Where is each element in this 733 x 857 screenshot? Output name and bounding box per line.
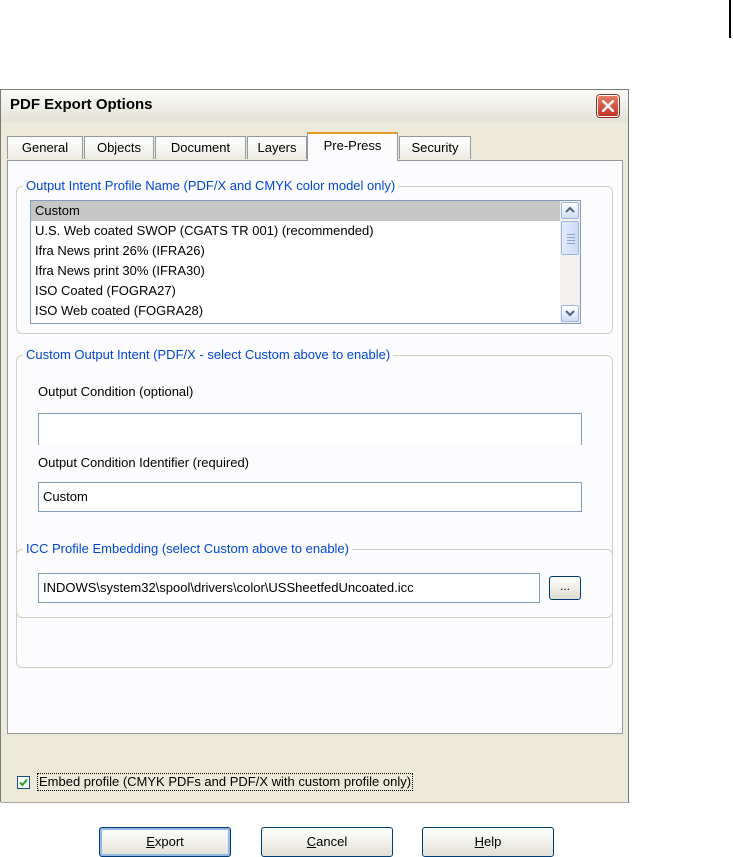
chevron-down-icon <box>565 310 575 317</box>
edge-line <box>729 0 731 38</box>
scroll-up-button[interactable] <box>561 202 579 219</box>
embed-profile-label[interactable]: Embed profile (CMYK PDFs and PDF/X with … <box>36 773 414 791</box>
help-mnemonic: H <box>474 834 485 849</box>
output-condition-label: Output Condition (optional) <box>38 384 194 399</box>
cancel-button[interactable]: Cancel <box>261 827 393 857</box>
icc-profile-legend: ICC Profile Embedding (select Custom abo… <box>23 540 352 558</box>
scroll-down-button[interactable] <box>561 305 579 322</box>
icc-profile-path-field[interactable]: INDOWS\system32\spool\drivers\color\USSh… <box>38 573 540 603</box>
tab-strip: General Objects Document Layers Pre-Pres… <box>7 132 622 161</box>
output-condition-identifier-label: Output Condition Identifier (required) <box>38 455 250 470</box>
export-mnemonic: E <box>146 834 155 849</box>
output-condition-field[interactable] <box>38 413 582 445</box>
title-bar[interactable]: PDF Export Options <box>1 90 628 122</box>
embed-profile-checkbox[interactable] <box>17 776 30 789</box>
list-item[interactable]: ISO Coated (FOGRA27) <box>31 281 580 301</box>
close-icon <box>602 100 614 112</box>
grip-line <box>567 237 575 238</box>
icc-profile-group: ICC Profile Embedding (select Custom abo… <box>16 540 613 668</box>
tab-pre-press[interactable]: Pre-Press <box>307 132 398 161</box>
custom-intent-legend: Custom Output Intent (PDF/X - select Cus… <box>23 346 394 364</box>
tab-document[interactable]: Document <box>155 136 246 159</box>
close-button[interactable] <box>597 95 619 117</box>
grip-line <box>567 243 575 244</box>
list-item[interactable]: Custom <box>31 201 580 221</box>
scroll-thumb[interactable] <box>561 221 579 255</box>
export-label: xport <box>154 834 184 849</box>
listbox-scrollbar[interactable] <box>560 201 580 323</box>
help-label: elp <box>484 834 502 849</box>
cancel-mnemonic: C <box>306 834 317 849</box>
tab-objects[interactable]: Objects <box>84 136 154 159</box>
output-intent-legend: Output Intent Profile Name (PDF/X and CM… <box>23 177 399 195</box>
tab-layers[interactable]: Layers <box>247 136 307 159</box>
pdf-export-dialog: PDF Export Options General Objects Docum… <box>0 89 630 857</box>
tab-general[interactable]: General <box>7 136 83 159</box>
output-condition-identifier-field[interactable]: Custom <box>38 482 582 512</box>
export-button[interactable]: Export <box>99 827 231 857</box>
browse-button[interactable]: ... <box>549 576 581 600</box>
list-item[interactable]: ISO Web coated (FOGRA28) <box>31 301 580 321</box>
help-button[interactable]: Help <box>422 827 554 857</box>
divider <box>1 802 630 804</box>
list-item[interactable]: U.S. Web coated SWOP (CGATS TR 001) (rec… <box>31 221 580 241</box>
checkmark-icon <box>19 778 28 787</box>
chevron-up-icon <box>565 206 575 213</box>
grip-line <box>567 234 575 235</box>
output-intent-listbox[interactable]: Custom U.S. Web coated SWOP (CGATS TR 00… <box>30 200 581 324</box>
dialog-title: PDF Export Options <box>10 96 153 113</box>
grip-line <box>567 240 575 241</box>
cancel-label: ancel <box>316 834 348 849</box>
tab-security[interactable]: Security <box>399 136 471 159</box>
list-item[interactable]: Ifra News print 26% (IFRA26) <box>31 241 580 261</box>
list-item[interactable]: Ifra News print 30% (IFRA30) <box>31 261 580 281</box>
